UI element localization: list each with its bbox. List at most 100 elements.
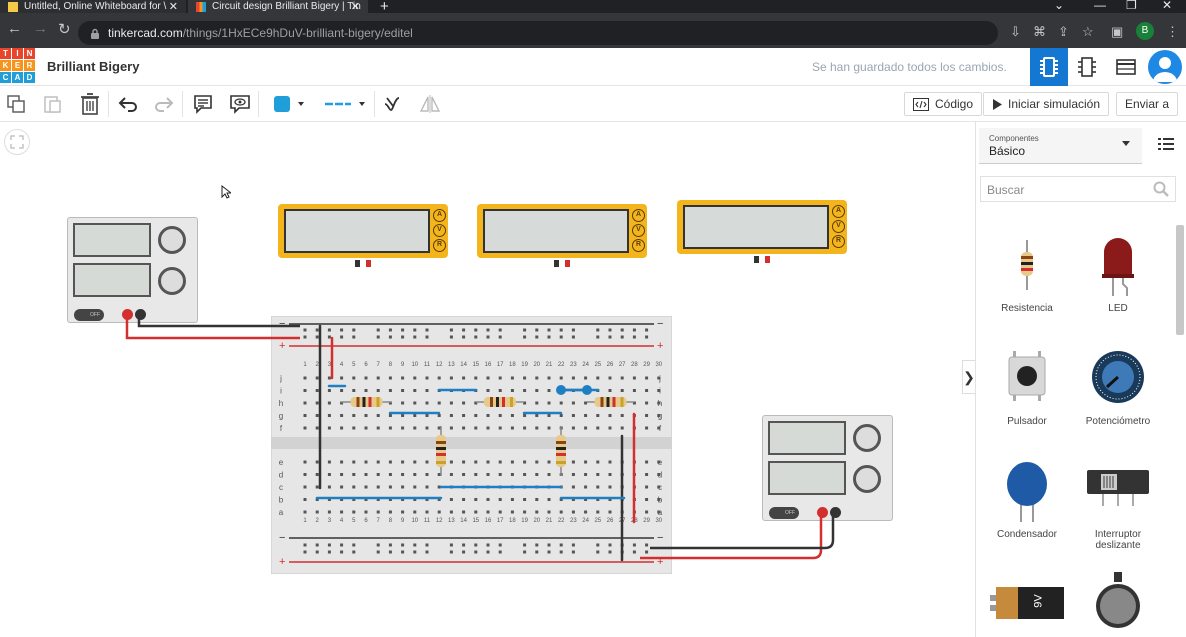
probe-negative[interactable] — [355, 260, 360, 267]
power-supply-2[interactable]: OFF — [762, 415, 893, 521]
breadboard-hole[interactable] — [364, 414, 368, 417]
breadboard-hole[interactable] — [596, 473, 600, 476]
breadboard-hole[interactable] — [657, 498, 661, 501]
list-view-icon[interactable] — [1158, 138, 1174, 150]
breadboard-hole[interactable] — [486, 376, 490, 380]
breadboard-hole[interactable] — [462, 401, 466, 405]
breadboard-hole[interactable] — [425, 543, 429, 547]
breadboard-hole[interactable] — [620, 376, 624, 380]
breadboard-hole[interactable] — [645, 498, 649, 501]
breadboard-hole[interactable] — [596, 335, 600, 339]
breadboard-hole[interactable] — [535, 426, 539, 430]
wire-endpoint[interactable] — [582, 385, 592, 395]
component-pushbutton[interactable]: Pulsador — [982, 341, 1072, 431]
breadboard-hole[interactable] — [352, 473, 356, 476]
tab-search-icon[interactable]: ⌄ — [1054, 0, 1064, 12]
breadboard-hole[interactable] — [645, 460, 649, 464]
breadboard-hole[interactable] — [571, 401, 575, 405]
breadboard-hole[interactable] — [657, 401, 661, 405]
component-list-view-button[interactable] — [1107, 48, 1145, 86]
project-title[interactable]: Brilliant Bigery — [47, 59, 139, 74]
breadboard-hole[interactable] — [388, 389, 392, 392]
breadboard-hole[interactable] — [584, 414, 588, 417]
breadboard-hole[interactable] — [547, 510, 551, 514]
breadboard-hole[interactable] — [645, 473, 649, 476]
breadboard-hole[interactable] — [340, 376, 344, 380]
breadboard-hole[interactable] — [608, 460, 612, 464]
power-supply-1[interactable]: OFF — [67, 217, 198, 323]
breadboard-hole[interactable] — [608, 389, 612, 392]
breadboard-hole[interactable] — [645, 543, 649, 547]
breadboard-hole[interactable] — [425, 376, 429, 380]
breadboard-hole[interactable] — [401, 550, 405, 554]
breadboard-hole[interactable] — [571, 510, 575, 514]
panel-scrollbar[interactable] — [1176, 225, 1184, 335]
breadboard-hole[interactable] — [462, 414, 466, 417]
ohmmeter-mode-button[interactable]: R — [832, 235, 845, 248]
breadboard-hole[interactable] — [315, 510, 319, 514]
breadboard-hole[interactable] — [547, 389, 551, 392]
breadboard-hole[interactable] — [535, 473, 539, 476]
panel-toggle-button[interactable]: ❯ — [962, 360, 976, 394]
sidepanel-icon[interactable]: ▣ — [1111, 24, 1123, 40]
breadboard-hole[interactable] — [340, 510, 344, 514]
breadboard-hole[interactable] — [401, 414, 405, 417]
breadboard-hole[interactable] — [315, 335, 319, 339]
breadboard-hole[interactable] — [449, 401, 453, 405]
breadboard-hole[interactable] — [547, 328, 551, 332]
breadboard-hole[interactable] — [523, 328, 527, 332]
breadboard-hole[interactable] — [401, 328, 405, 332]
current-knob[interactable] — [158, 267, 186, 295]
breadboard-hole[interactable] — [462, 473, 466, 476]
breadboard-hole[interactable] — [388, 460, 392, 464]
breadboard-hole[interactable] — [596, 376, 600, 380]
breadboard-hole[interactable] — [315, 550, 319, 554]
breadboard-hole[interactable] — [596, 550, 600, 554]
breadboard-hole[interactable] — [510, 376, 514, 380]
breadboard-hole[interactable] — [425, 328, 429, 332]
breadboard-hole[interactable] — [315, 460, 319, 464]
component-resistor[interactable]: Resistencia — [982, 228, 1072, 318]
breadboard-hole[interactable] — [620, 414, 624, 417]
breadboard-hole[interactable] — [584, 473, 588, 476]
breadboard-hole[interactable] — [571, 460, 575, 464]
voltmeter-mode-button[interactable]: V — [433, 224, 446, 237]
breadboard-hole[interactable] — [303, 473, 307, 476]
breadboard-hole[interactable] — [608, 550, 612, 554]
browser-tab-whiteboard[interactable]: Untitled, Online Whiteboard for \ ✕ — [0, 0, 186, 13]
probe-positive[interactable] — [765, 256, 770, 263]
breadboard-hole[interactable] — [571, 328, 575, 332]
breadboard-hole[interactable] — [547, 401, 551, 405]
breadboard-hole[interactable] — [559, 328, 563, 332]
reload-button[interactable]: ↻ — [58, 20, 71, 38]
breadboard-hole[interactable] — [401, 376, 405, 380]
breadboard-hole[interactable] — [327, 460, 331, 464]
breadboard-hole[interactable] — [632, 335, 636, 339]
breadboard-hole[interactable] — [303, 389, 307, 392]
breadboard-hole[interactable] — [510, 460, 514, 464]
breadboard-hole[interactable] — [352, 485, 356, 489]
bookmark-star-icon[interactable]: ☆ — [1082, 24, 1094, 40]
circuit-view-button[interactable] — [1030, 48, 1068, 86]
voltmeter-mode-button[interactable]: V — [832, 220, 845, 233]
breadboard-hole[interactable] — [340, 543, 344, 547]
breadboard-hole[interactable] — [559, 414, 563, 417]
breadboard-hole[interactable] — [340, 473, 344, 476]
breadboard-hole[interactable] — [510, 414, 514, 417]
breadboard-hole[interactable] — [462, 376, 466, 380]
breadboard-hole[interactable] — [327, 550, 331, 554]
breadboard-hole[interactable] — [388, 485, 392, 489]
breadboard-hole[interactable] — [620, 426, 624, 430]
breadboard-hole[interactable] — [547, 460, 551, 464]
breadboard-hole[interactable] — [449, 426, 453, 430]
breadboard-hole[interactable] — [352, 550, 356, 554]
wire-color-dropdown[interactable] — [268, 92, 310, 116]
breadboard-hole[interactable] — [608, 473, 612, 476]
breadboard-hole[interactable] — [632, 543, 636, 547]
breadboard-hole[interactable] — [425, 426, 429, 430]
breadboard-hole[interactable] — [327, 335, 331, 339]
breadboard-hole[interactable] — [388, 328, 392, 332]
breadboard-hole[interactable] — [608, 414, 612, 417]
multimeter-3[interactable]: A V R — [677, 200, 847, 263]
probe-negative[interactable] — [754, 256, 759, 263]
